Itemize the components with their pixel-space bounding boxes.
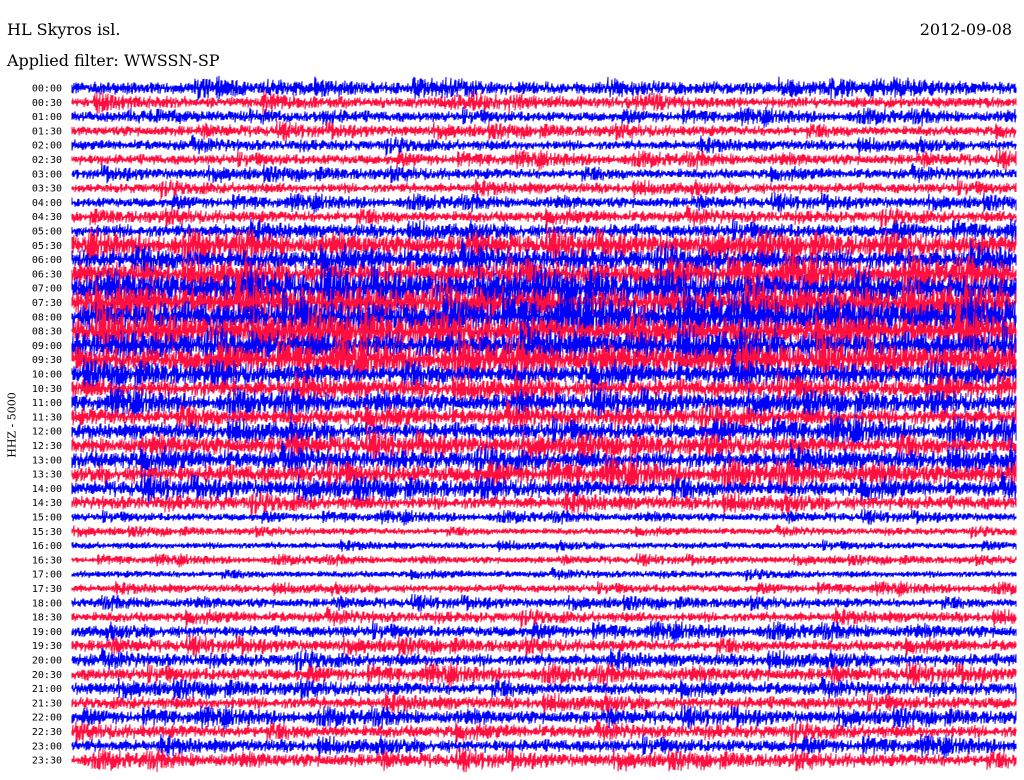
time-tick-label: 11:30 <box>32 412 62 423</box>
time-tick-label: 20:00 <box>32 656 62 667</box>
time-tick-label: 15:00 <box>32 513 62 524</box>
time-tick-label: 01:30 <box>32 126 62 137</box>
time-tick-label: 03:30 <box>32 184 62 195</box>
time-tick-label: 11:00 <box>32 398 62 409</box>
trace-row <box>71 192 1017 214</box>
trace-row <box>71 567 1017 582</box>
trace-row <box>71 593 1017 612</box>
time-tick-label: 18:30 <box>32 613 62 624</box>
time-tick-label: 04:00 <box>32 198 62 209</box>
time-tick-label: 02:00 <box>32 141 62 152</box>
trace-row <box>71 163 1017 184</box>
time-tick-label: 09:30 <box>32 355 62 366</box>
time-tick-label: 15:30 <box>32 527 62 538</box>
time-tick-label: 00:00 <box>32 84 62 95</box>
time-tick-label: 13:00 <box>32 455 62 466</box>
time-tick-label: 21:00 <box>32 684 62 695</box>
time-tick-label: 03:00 <box>32 169 62 180</box>
trace-row <box>71 509 1017 526</box>
time-tick-label: 12:30 <box>32 441 62 452</box>
time-tick-label: 07:00 <box>32 284 62 295</box>
trace-row <box>71 539 1017 553</box>
time-tick-label: 20:30 <box>32 670 62 681</box>
time-tick-label: 05:30 <box>32 241 62 252</box>
trace-row <box>71 106 1017 128</box>
time-tick-label: 22:00 <box>32 713 62 724</box>
time-tick-label: 04:30 <box>32 212 62 223</box>
time-tick-label: 23:30 <box>32 756 62 767</box>
trace-row <box>71 606 1017 629</box>
time-tick-label: 07:30 <box>32 298 62 309</box>
time-tick-label: 13:30 <box>32 470 62 481</box>
time-tick-label: 21:30 <box>32 698 62 709</box>
time-tick-label: 19:30 <box>32 641 62 652</box>
time-tick-label: 12:00 <box>32 427 62 438</box>
time-tick-label: 01:00 <box>32 112 62 123</box>
time-tick-label: 00:30 <box>32 98 62 109</box>
time-tick-label: 18:00 <box>32 598 62 609</box>
time-tick-label: 08:30 <box>32 327 62 338</box>
time-tick-label: 14:00 <box>32 484 62 495</box>
time-tick-label: 17:30 <box>32 584 62 595</box>
trace-row <box>71 553 1017 568</box>
trace-row <box>71 524 1017 539</box>
seismogram-plot: 00:00 00:30 01:00 01:30 02:00 02:30 03:00 03:30… <box>32 75 1017 773</box>
trace-row <box>71 149 1017 171</box>
time-tick-label: 14:30 <box>32 498 62 509</box>
time-tick-label: 09:00 <box>32 341 62 352</box>
time-tick-label: 10:00 <box>32 370 62 381</box>
time-tick-label: 22:30 <box>32 727 62 738</box>
time-tick-label: 06:00 <box>32 255 62 266</box>
time-tick-label: 08:00 <box>32 312 62 323</box>
trace-row <box>71 634 1017 657</box>
trace-row <box>71 75 1017 101</box>
time-tick-label: 05:00 <box>32 227 62 238</box>
time-tick-label: 16:00 <box>32 541 62 552</box>
time-tick-label: 10:30 <box>32 384 62 395</box>
time-tick-label: 16:30 <box>32 555 62 566</box>
time-tick-label: 23:00 <box>32 741 62 752</box>
time-tick-label: 02:30 <box>32 155 62 166</box>
time-tick-label: 19:00 <box>32 627 62 638</box>
trace-row <box>71 580 1017 598</box>
trace-row <box>71 204 1017 230</box>
time-tick-label: 17:00 <box>32 570 62 581</box>
time-tick-label: 06:30 <box>32 269 62 280</box>
